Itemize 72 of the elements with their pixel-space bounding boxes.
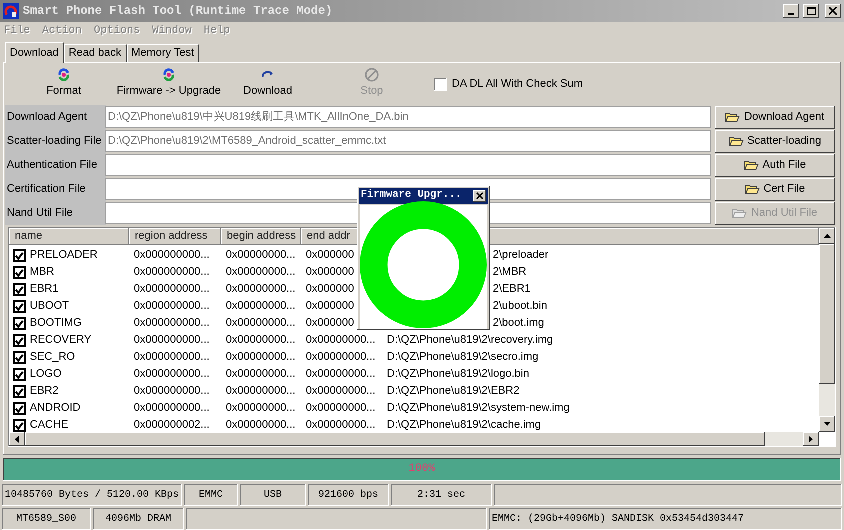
field-label: Download Agent (5, 105, 106, 129)
table-cell: D:\QZ\Phone\u819\2\EBR2 (387, 385, 520, 398)
status-panel: EMMC: (29Gb+4096Mb) SANDISK 0x53454d303447 (489, 508, 842, 530)
status-panel: 10485760 Bytes / 5120.00 KBps (2, 484, 182, 506)
table-cell-text: BOOTIMG (30, 316, 82, 332)
status-panel: MT6589_S00 (2, 508, 91, 530)
table-cell: D:\QZ\Phone\u819\2\logo.bin (387, 368, 530, 380)
table-cell: D:\QZ\Phone\u819\2\system-new.img (387, 402, 570, 414)
table-cell-text: 0x00000000... (225, 248, 297, 264)
table-cell-text: 0x000000 (305, 265, 356, 280)
table-cell-text: 0x000000000... (133, 333, 211, 348)
table-cell-text: 0x00000000... (225, 299, 297, 314)
table-cell-text: 0x00000000... (225, 350, 297, 366)
table-cell-text: 0x00000000... (225, 282, 297, 298)
field-label: Scatter-loading File (5, 129, 106, 153)
checkbox-label: DA DL All With Check Sum (452, 76, 584, 92)
table-cell-text: 0x00000000... (225, 333, 297, 348)
table-cell-text: 0x00000000... (225, 401, 297, 416)
table-cell-text: 0x000000 (305, 282, 356, 298)
table-cell-text: 0x000000000... (133, 401, 211, 416)
table-cell-text: 0x000000000... (133, 265, 211, 280)
table-cell-text: 0x000000000... (133, 316, 211, 332)
table-cell-text: 0x000000000... (133, 282, 211, 298)
table-cell-text: 0x000000000... (133, 367, 211, 382)
table-cell-text: CACHE (30, 418, 69, 432)
table-cell: 2\uboot.bin (493, 300, 548, 312)
table-cell-text: 0x000000000... (133, 248, 211, 264)
table-cell-text: UBOOT (30, 299, 70, 314)
table-cell-text: SEC_RO (30, 350, 76, 366)
table-cell: 2\preloader (493, 249, 549, 262)
field-label: Nand Util File (5, 201, 106, 225)
table-cell-text: 0x00000000... (225, 367, 297, 382)
table-cell-text: 0x000000000... (133, 350, 211, 366)
table-cell-text: MBR (30, 265, 54, 280)
table-cell: 2\EBR1 (493, 283, 531, 296)
window-title: Smart Phone Flash Tool (Runtime Trace Mode) (23, 3, 333, 20)
table-cell-text: 0x000000000... (133, 384, 211, 400)
table-cell-text: 0x000000 (305, 248, 356, 264)
field-label: Certification File (5, 177, 106, 201)
table-cell-text: 0x000000 (305, 316, 356, 332)
table-cell-text: 0x000000000... (133, 299, 211, 314)
table-cell-text: RECOVERY (30, 333, 92, 348)
table-cell-text: 0x00000000... (225, 316, 297, 332)
table-cell-text: 0x000000002... (133, 418, 211, 432)
table-cell-text: LOGO (30, 367, 62, 382)
table-cell-text: 0x000000 (305, 299, 356, 314)
table-cell-text: 0x00000000... (305, 333, 377, 348)
status-panel: USB (240, 484, 306, 506)
table-cell-text: 0x00000000... (305, 384, 377, 400)
table-cell-text: EBR1 (30, 282, 59, 298)
table-cell: 2\boot.img (493, 317, 544, 330)
table-cell-text: 0x00000000... (225, 265, 297, 280)
table-cell-text: 0x00000000... (305, 350, 377, 366)
status-panel: 2:31 sec (391, 484, 492, 506)
status-panel: EMMC (184, 484, 238, 506)
field-label: Authentication File (5, 153, 106, 177)
table-cell-text: EBR2 (30, 384, 59, 400)
table-cell-text: 0x00000000... (305, 367, 377, 382)
table-cell-text: ANDROID (30, 401, 81, 416)
table-cell: D:\QZ\Phone\u819\2\recovery.img (387, 334, 554, 346)
table-cell: 2\MBR (493, 266, 527, 278)
table-cell-text: 0x00000000... (305, 418, 377, 432)
popup-title: Firmware Upgr... (361, 188, 463, 203)
table-cell-text: 0x00000000... (225, 384, 297, 400)
table-cell: D:\QZ\Phone\u819\2\cache.img (387, 419, 542, 432)
table-cell-text: 0x00000000... (305, 401, 377, 416)
table-cell-text: 0x00000000... (225, 418, 297, 432)
status-panel: 921600 bps (308, 484, 389, 506)
table-cell-text: PRELOADER (30, 248, 98, 264)
table-cell: D:\QZ\Phone\u819\2\secro.img (387, 351, 539, 364)
status-panel: 4096Mb DRAM (93, 508, 184, 530)
progress-text: 100% (408, 462, 436, 478)
